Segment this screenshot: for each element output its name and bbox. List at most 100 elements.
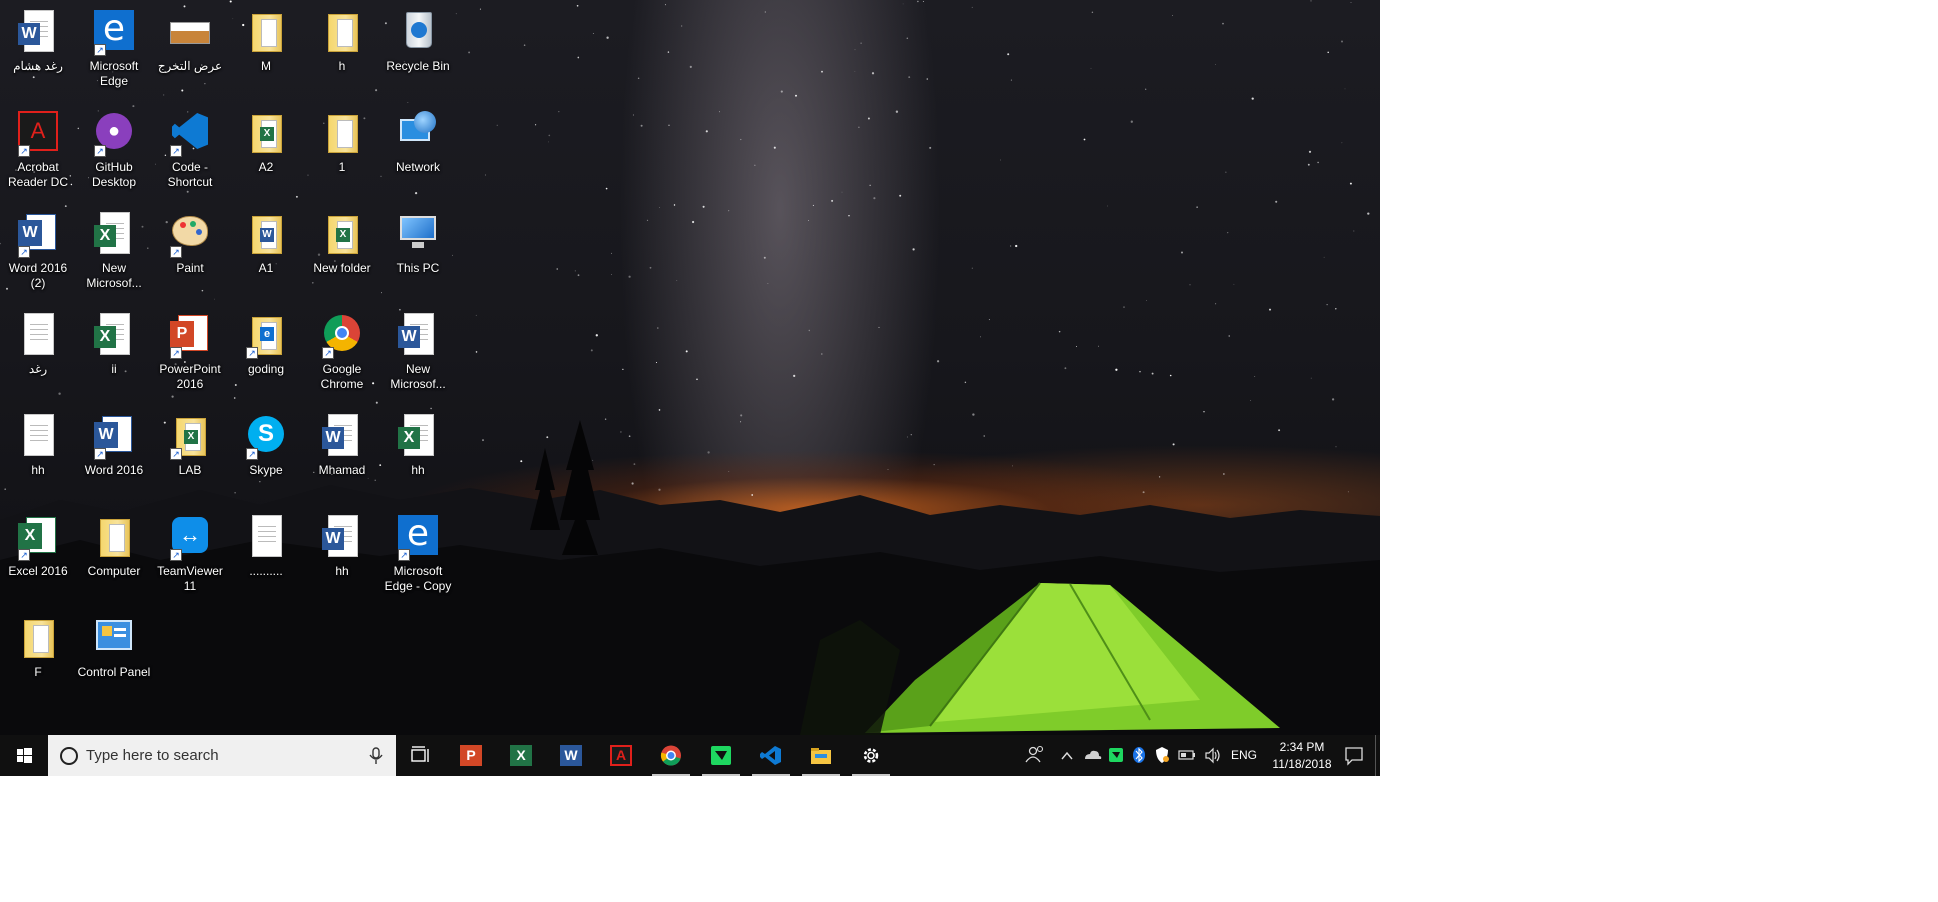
shortcut-arrow-icon: ↗ <box>322 347 334 359</box>
desktop-icon-label: New folder <box>313 261 371 275</box>
desktop-icon[interactable]: Control Panel <box>76 608 152 708</box>
desktop-icon-label: ii <box>111 362 117 376</box>
show-hidden-icons-button[interactable] <box>1058 735 1076 776</box>
taskbar-app-excel[interactable]: X <box>496 735 546 776</box>
desktop-icon[interactable]: Xii <box>76 305 152 405</box>
taskbar-search-box[interactable] <box>48 735 396 776</box>
network-icon <box>398 111 438 157</box>
desktop-icon[interactable]: Xhh <box>380 406 456 506</box>
excel-document-icon: X <box>398 414 438 460</box>
powerpoint-app-icon: P ↗ <box>170 313 210 359</box>
desktop-icon[interactable]: X New folder <box>304 204 380 304</box>
desktop-icon-label: Excel 2016 <box>8 564 68 578</box>
control-panel-icon <box>94 616 134 662</box>
desktop-icon[interactable]: e ↗ Microsoft Edge - Copy <box>380 507 456 607</box>
word-document-icon: W <box>18 10 58 56</box>
desktop-icon[interactable]: X ↗ LAB <box>152 406 228 506</box>
folder-icon <box>322 10 362 56</box>
desktop-icon-grid: W رغد هشام e ↗ Microsoft Edge عرض التخرج Mh Rec… <box>0 0 460 720</box>
desktop-icon[interactable]: W A1 <box>228 204 304 304</box>
cloud-icon <box>1085 750 1102 759</box>
action-center-button[interactable] <box>1334 735 1374 776</box>
microphone-icon[interactable] <box>366 735 386 776</box>
start-button[interactable] <box>0 735 48 776</box>
edge-icon: e ↗ <box>94 10 134 56</box>
shortcut-arrow-icon: ↗ <box>398 549 410 561</box>
skype-icon: S ↗ <box>246 414 286 460</box>
desktop-icon[interactable]: A ↗ Acrobat Reader DC <box>0 103 76 203</box>
desktop-icon[interactable]: رغد <box>0 305 76 405</box>
desktop-icon[interactable]: X ↗ Excel 2016 <box>0 507 76 607</box>
desktop-icon[interactable]: 1 <box>304 103 380 203</box>
search-input[interactable] <box>86 744 356 766</box>
chevron-up-icon <box>1061 751 1073 760</box>
desktop-icon[interactable]: F <box>0 608 76 708</box>
bluetooth-tray[interactable] <box>1130 735 1148 776</box>
desktop-icon[interactable]: عرض التخرج <box>152 2 228 102</box>
desktop-icon[interactable]: W ↗ Word 2016 (2) <box>0 204 76 304</box>
desktop-icon[interactable]: ↗ Paint <box>152 204 228 304</box>
desktop-icon[interactable]: ● ↗ GitHub Desktop <box>76 103 152 203</box>
desktop-icon[interactable]: This PC <box>380 204 456 304</box>
taskbar-app-chrome[interactable] <box>646 735 696 776</box>
desktop-icon[interactable]: .......... <box>228 507 304 607</box>
desktop-icon-label: رغد <box>28 362 48 376</box>
security-tray[interactable] <box>1152 735 1172 776</box>
desktop-icon[interactable]: X New Microsof... <box>76 204 152 304</box>
desktop-icon-label: .......... <box>249 564 283 578</box>
desktop-icon-label: M <box>261 59 271 73</box>
desktop-icon[interactable]: ↗ Code - Shortcut <box>152 103 228 203</box>
notification-icon <box>1345 747 1363 766</box>
desktop-icon[interactable]: ↗ Google Chrome <box>304 305 380 405</box>
desktop-icon[interactable]: e ↗ Microsoft Edge <box>76 2 152 102</box>
excel-app-icon: X ↗ <box>18 515 58 561</box>
taskbar-app-word[interactable]: W <box>546 735 596 776</box>
desktop-icon-label: عرض التخرج <box>157 59 223 73</box>
taskbar-app-vscode[interactable] <box>746 735 796 776</box>
desktop-icon[interactable]: W Mhamad <box>304 406 380 506</box>
desktop-icon[interactable]: Network <box>380 103 456 203</box>
desktop-icon[interactable]: X A2 <box>228 103 304 203</box>
windows-logo-icon <box>17 748 32 763</box>
vscode-icon <box>760 745 782 766</box>
desktop-icon[interactable]: W New Microsof... <box>380 305 456 405</box>
language-indicator[interactable]: ENG <box>1229 735 1259 776</box>
volume-tray[interactable] <box>1202 735 1224 776</box>
desktop-icon-label: goding <box>247 362 285 376</box>
desktop-icon-label: Word 2016 (2) <box>8 261 68 290</box>
people-button[interactable] <box>1020 735 1050 776</box>
taskbar-app-task-view[interactable] <box>396 735 446 776</box>
onedrive-tray[interactable] <box>1081 735 1103 776</box>
taskbar-app-file-explorer[interactable] <box>796 735 846 776</box>
desktop-icon[interactable]: Computer <box>76 507 152 607</box>
desktop-icon[interactable]: W ↗ Word 2016 <box>76 406 152 506</box>
desktop-icon[interactable]: h <box>304 2 380 102</box>
desktop-icon[interactable]: M <box>228 2 304 102</box>
desktop-icon[interactable]: Recycle Bin <box>380 2 456 102</box>
shortcut-arrow-icon: ↗ <box>170 246 182 258</box>
shortcut-arrow-icon: ↗ <box>18 549 30 561</box>
taskbar-app-powerpoint[interactable]: P <box>446 735 496 776</box>
desktop-icon-label: TeamViewer 11 <box>157 564 223 593</box>
word-icon: W <box>560 745 582 766</box>
clock[interactable]: 2:34 PM 11/18/2018 <box>1262 735 1342 776</box>
taskbar-app-acrobat[interactable]: A <box>596 735 646 776</box>
desktop-icon-label: New Microsof... <box>390 362 446 391</box>
desktop-icon[interactable]: Whh <box>304 507 380 607</box>
taskbar-app-github-kraken[interactable] <box>696 735 746 776</box>
desktop-icon[interactable]: ↔ ↗ TeamViewer 11 <box>152 507 228 607</box>
word-document-icon: W <box>322 414 362 460</box>
bluetooth-icon <box>1133 747 1145 763</box>
image-file-icon <box>170 10 210 56</box>
desktop-icon[interactable]: W رغد هشام <box>0 2 76 102</box>
desktop-icon[interactable]: e ↗ goding <box>228 305 304 405</box>
battery-tray[interactable] <box>1176 735 1198 776</box>
green-app-tray[interactable] <box>1106 735 1126 776</box>
desktop-icon[interactable]: S ↗ Skype <box>228 406 304 506</box>
show-desktop-divider[interactable] <box>1375 735 1376 776</box>
desktop-icon[interactable]: P ↗ PowerPoint 2016 <box>152 305 228 405</box>
desktop-icon[interactable]: hh <box>0 406 76 506</box>
taskbar-app-settings[interactable] <box>846 735 896 776</box>
desktop-icon-label: Control Panel <box>77 665 151 679</box>
paint-icon: ↗ <box>170 212 210 258</box>
